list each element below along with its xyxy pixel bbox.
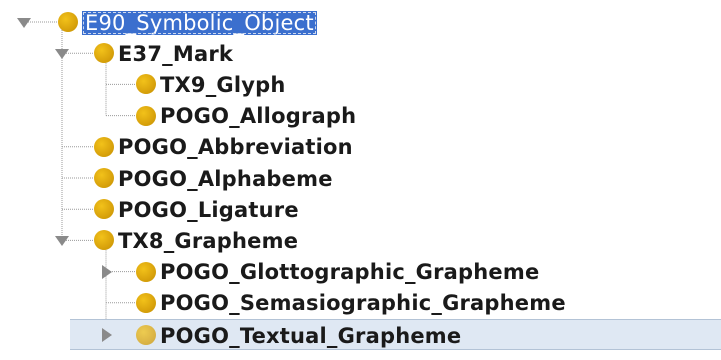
tree-node[interactable]: POGO_Ligature — [0, 194, 721, 225]
class-circle-icon — [136, 261, 156, 282]
class-circle-icon — [136, 292, 156, 313]
class-circle-icon — [136, 325, 156, 345]
class-hierarchy-tree: E90_Symbolic_Object E37_Mark TX9_Glyph POGO… — [0, 0, 721, 360]
tree-node[interactable]: POGO_Allograph — [0, 100, 721, 131]
expand-triangle-icon[interactable] — [55, 235, 69, 246]
tree-node[interactable]: POGO_Textual_Grapheme — [70, 318, 721, 350]
class-circle-icon — [94, 199, 114, 220]
class-circle-icon — [94, 230, 114, 251]
tree-node[interactable]: POGO_Semasiographic_Grapheme — [0, 287, 721, 318]
tree-node-label[interactable]: TX9_Glyph — [160, 72, 286, 98]
tree-node[interactable]: E37_Mark — [0, 38, 721, 69]
tree-node-label[interactable]: POGO_Ligature — [118, 197, 299, 223]
tree-node[interactable]: TX8_Grapheme — [0, 225, 721, 256]
class-circle-icon — [94, 136, 114, 157]
tree-node-label[interactable]: POGO_Alphabeme — [118, 166, 333, 192]
class-circle-icon — [136, 74, 156, 95]
collapse-triangle-icon[interactable] — [102, 328, 112, 342]
tree-node-label[interactable]: TX8_Grapheme — [118, 228, 298, 254]
class-circle-icon — [136, 105, 156, 126]
expand-triangle-icon[interactable] — [55, 48, 69, 59]
tree-node[interactable]: POGO_Abbreviation — [0, 131, 721, 162]
tree-node[interactable]: TX9_Glyph — [0, 69, 721, 100]
tree-node-label[interactable]: POGO_Semasiographic_Grapheme — [160, 290, 566, 316]
tree-node-label[interactable]: POGO_Textual_Grapheme — [160, 323, 461, 349]
tree-node-label[interactable]: POGO_Allograph — [160, 103, 356, 129]
class-circle-icon — [94, 168, 114, 188]
expand-triangle-icon[interactable] — [17, 17, 31, 28]
class-circle-icon — [94, 43, 114, 64]
tree-node-label[interactable]: POGO_Glottographic_Grapheme — [160, 259, 539, 285]
tree-node-label[interactable]: POGO_Abbreviation — [118, 134, 353, 160]
tree-node-label[interactable]: E37_Mark — [118, 41, 233, 67]
tree-node-label[interactable]: E90_Symbolic_Object — [82, 10, 317, 35]
tree-node[interactable]: POGO_Glottographic_Grapheme — [0, 256, 721, 287]
tree-node[interactable]: POGO_Alphabeme — [0, 163, 721, 194]
collapse-triangle-icon[interactable] — [102, 264, 112, 279]
tree-node[interactable]: E90_Symbolic_Object — [0, 7, 721, 38]
class-circle-icon — [58, 12, 78, 32]
